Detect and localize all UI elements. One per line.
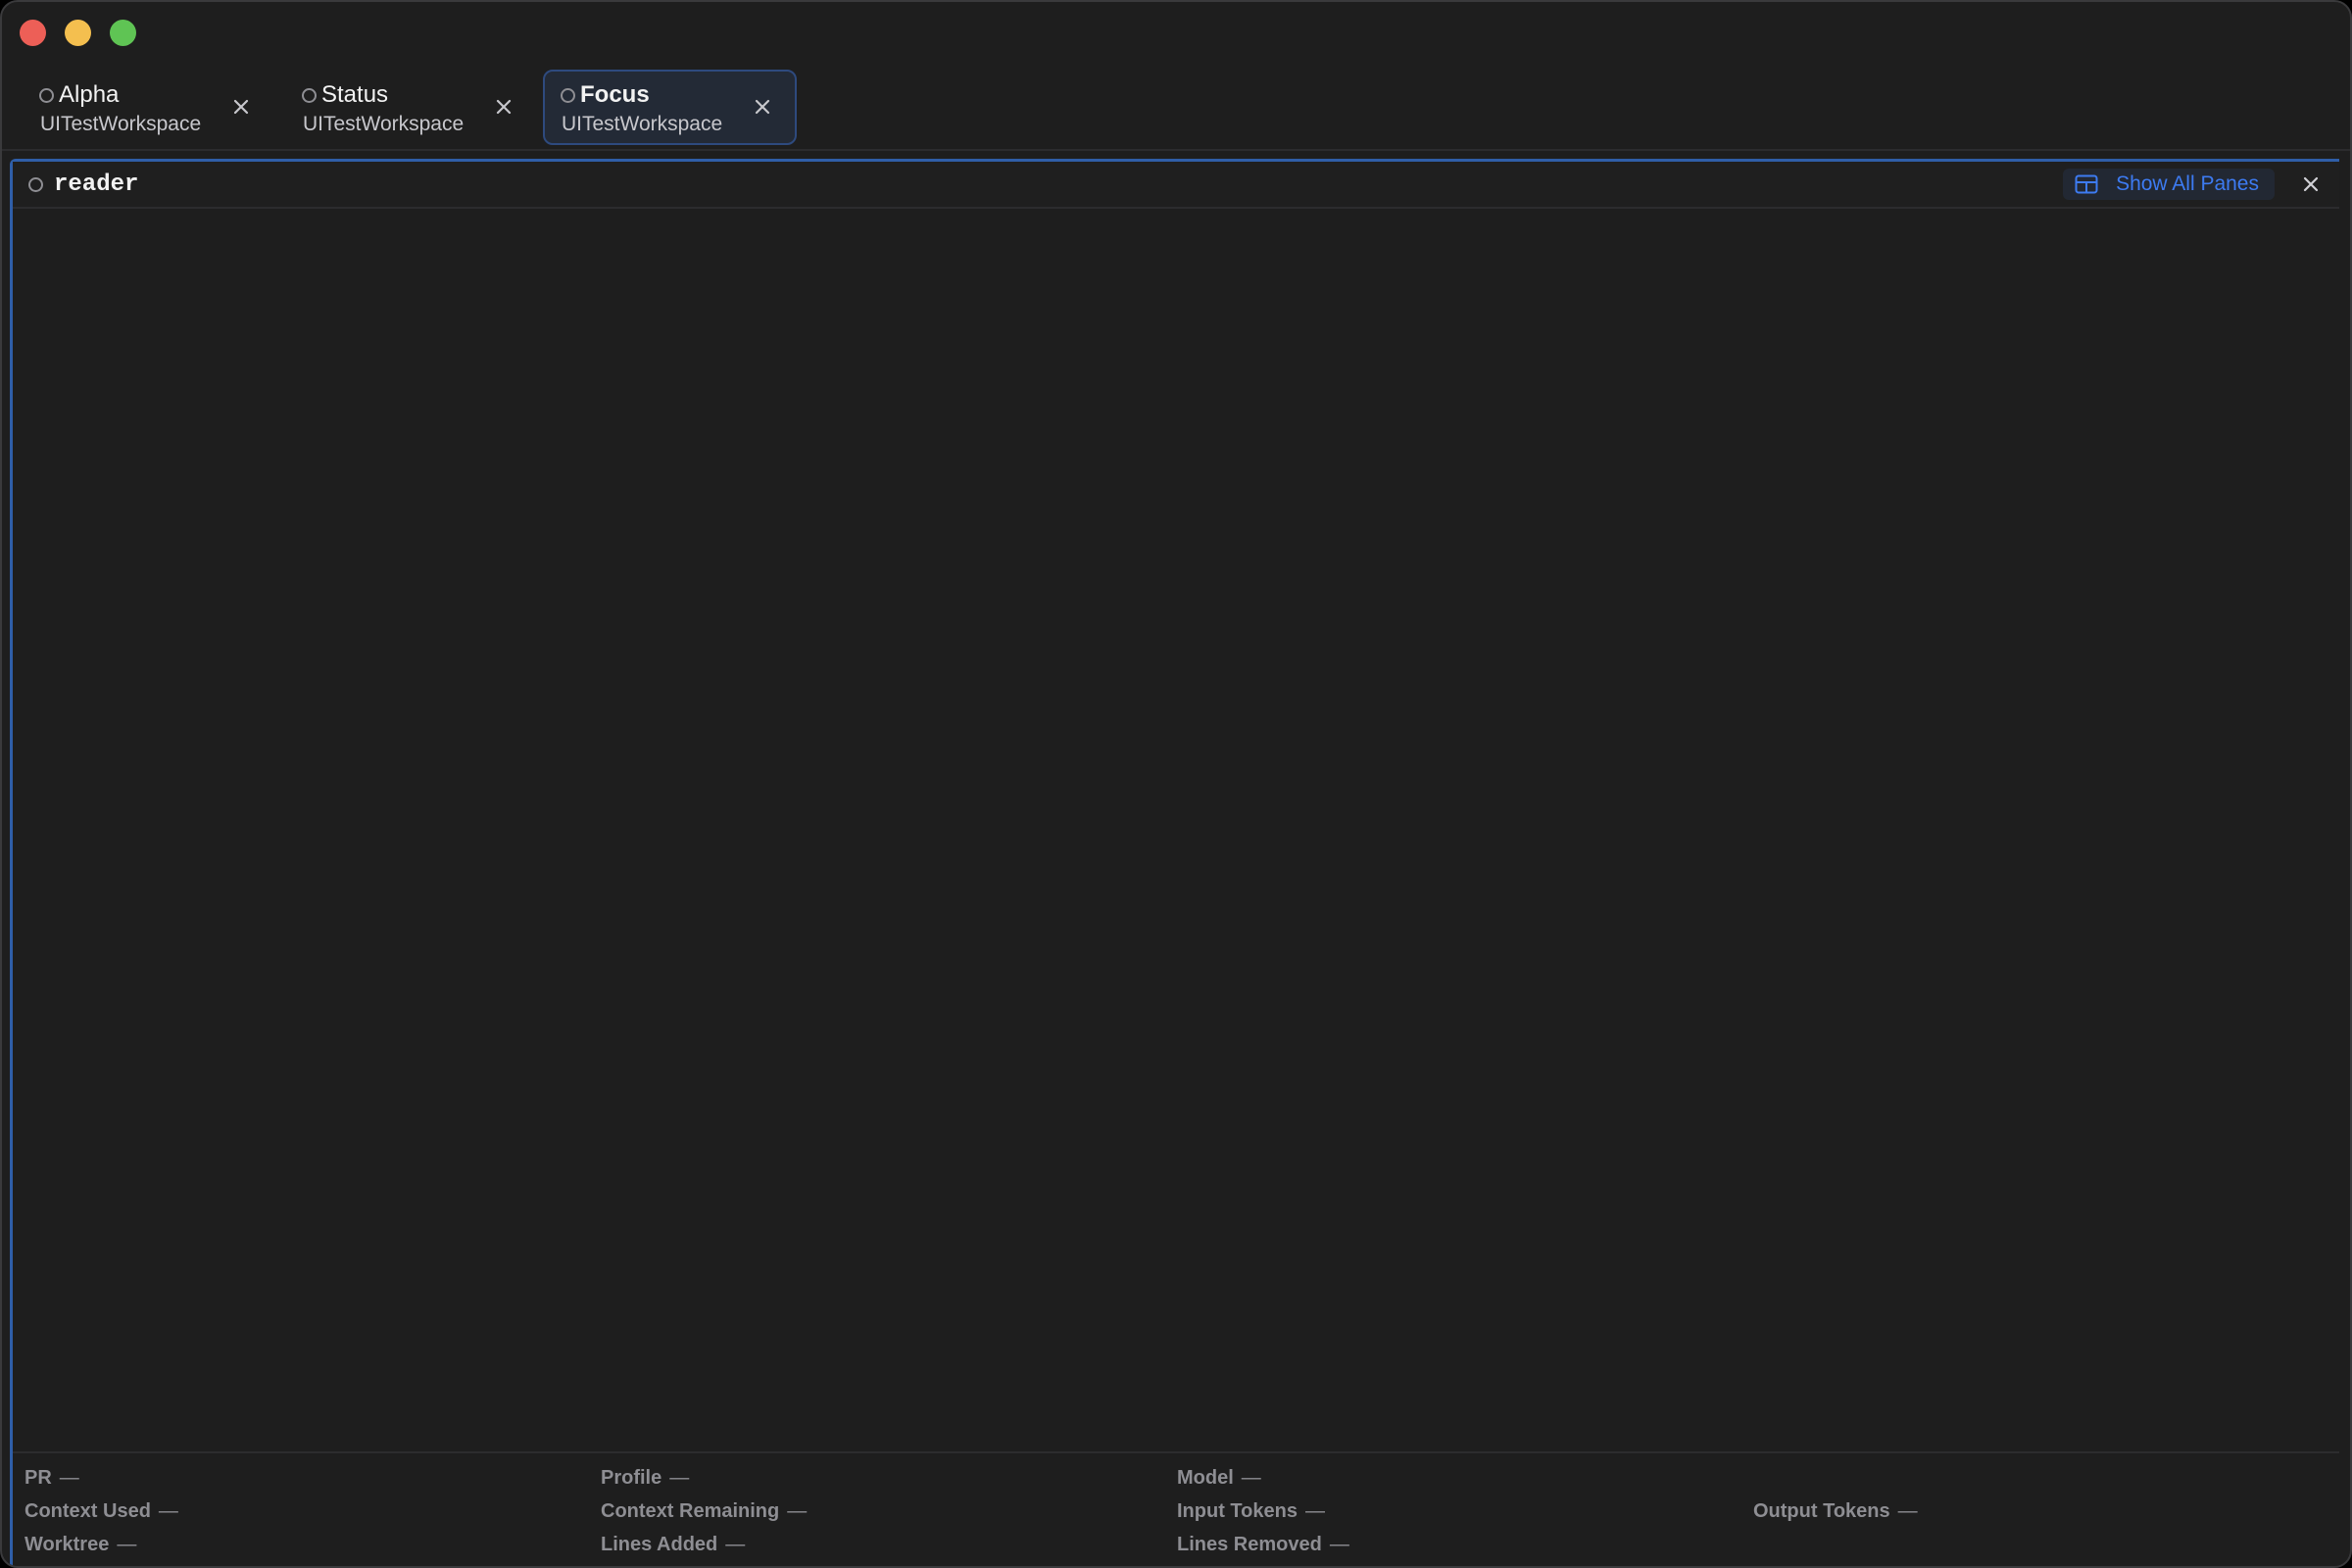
- status-lines-added: Lines Added —: [601, 1534, 745, 1556]
- pane-title: reader: [54, 172, 139, 198]
- tab-status[interactable]: Status UITestWorkspace: [284, 70, 538, 145]
- window-maximize-button[interactable]: [110, 20, 136, 46]
- tab-title: Alpha: [59, 81, 120, 108]
- status-label: Worktree: [24, 1534, 110, 1555]
- status-value: —: [59, 1467, 79, 1489]
- close-icon[interactable]: [493, 96, 514, 118]
- tab-title: Focus: [580, 81, 650, 108]
- status-label: Lines Added: [601, 1534, 718, 1555]
- close-icon[interactable]: [2301, 174, 2321, 194]
- terminal-pane: reader Show All Panes PR — Profile — Model…: [10, 159, 2339, 1566]
- status-label: Lines Removed: [1177, 1534, 1322, 1555]
- tab-alpha[interactable]: Alpha UITestWorkspace: [22, 70, 275, 145]
- window-minimize-button[interactable]: [65, 20, 91, 46]
- status-value: —: [158, 1500, 178, 1522]
- status-model: Model —: [1177, 1467, 1261, 1490]
- show-all-panes-button[interactable]: Show All Panes: [2063, 169, 2275, 200]
- status-label: Output Tokens: [1753, 1500, 1890, 1522]
- circle-outline-icon: [302, 88, 317, 103]
- window-close-button[interactable]: [20, 20, 46, 46]
- status-value: —: [117, 1534, 137, 1555]
- status-value: —: [1329, 1534, 1349, 1555]
- window-controls: [20, 20, 136, 46]
- status-value: —: [669, 1467, 690, 1489]
- status-label: Profile: [601, 1467, 662, 1489]
- status-value: —: [725, 1534, 746, 1555]
- status-footer: PR — Profile — Model — Context Used — Contex…: [13, 1451, 2339, 1566]
- status-label: Context Remaining: [601, 1500, 780, 1522]
- status-value: —: [1897, 1500, 1918, 1522]
- status-value: —: [787, 1500, 808, 1522]
- status-context-used: Context Used —: [24, 1500, 178, 1523]
- tab-subtitle: UITestWorkspace: [303, 113, 465, 135]
- tab-subtitle: UITestWorkspace: [562, 113, 723, 135]
- close-icon[interactable]: [752, 96, 773, 118]
- circle-outline-icon: [561, 88, 575, 103]
- status-label: Context Used: [24, 1500, 151, 1522]
- status-value: —: [1241, 1467, 1261, 1489]
- status-lines-removed: Lines Removed —: [1177, 1534, 1349, 1556]
- circle-outline-icon: [28, 177, 43, 192]
- grid-icon: [2075, 174, 2098, 194]
- terminal-content[interactable]: [13, 209, 2339, 1451]
- status-worktree: Worktree —: [24, 1534, 136, 1556]
- tab-subtitle: UITestWorkspace: [40, 113, 202, 135]
- status-label: Model: [1177, 1467, 1234, 1489]
- status-pr: PR —: [24, 1467, 79, 1490]
- pane-header: reader Show All Panes: [13, 162, 2339, 209]
- status-input-tokens: Input Tokens —: [1177, 1500, 1325, 1523]
- show-all-panes-label: Show All Panes: [2116, 172, 2259, 195]
- status-label: Input Tokens: [1177, 1500, 1298, 1522]
- circle-outline-icon: [39, 88, 54, 103]
- tab-focus[interactable]: Focus UITestWorkspace: [543, 70, 797, 145]
- status-value: —: [1304, 1500, 1325, 1522]
- status-output-tokens: Output Tokens —: [1753, 1500, 1918, 1523]
- status-label: PR: [24, 1467, 52, 1489]
- status-profile: Profile —: [601, 1467, 689, 1490]
- app-window: Alpha UITestWorkspace Status UITestWorks…: [0, 0, 2352, 1568]
- status-context-remaining: Context Remaining —: [601, 1500, 807, 1523]
- close-icon[interactable]: [230, 96, 252, 118]
- tab-bar: Alpha UITestWorkspace Status UITestWorks…: [2, 69, 2350, 151]
- tab-title: Status: [321, 81, 389, 108]
